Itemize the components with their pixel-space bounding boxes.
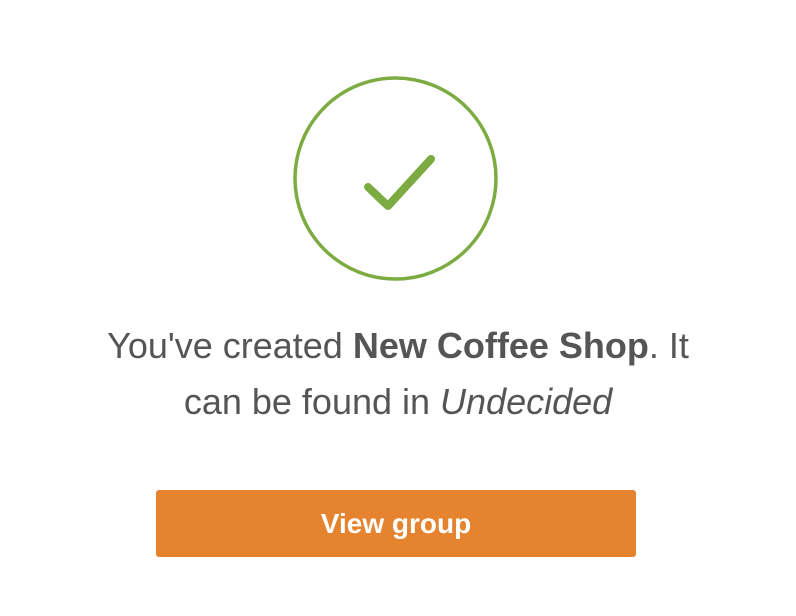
view-group-button[interactable]: View group — [156, 490, 636, 557]
checkmark-circle-icon — [293, 76, 498, 281]
folder-name: Undecided — [440, 381, 613, 422]
group-name: New Coffee Shop — [352, 325, 649, 366]
confirmation-message: You've created New Coffee Shop. It can b… — [80, 318, 716, 430]
checkmark-stroke — [364, 155, 435, 210]
success-circle — [293, 76, 498, 281]
message-prefix: You've created — [107, 325, 353, 366]
